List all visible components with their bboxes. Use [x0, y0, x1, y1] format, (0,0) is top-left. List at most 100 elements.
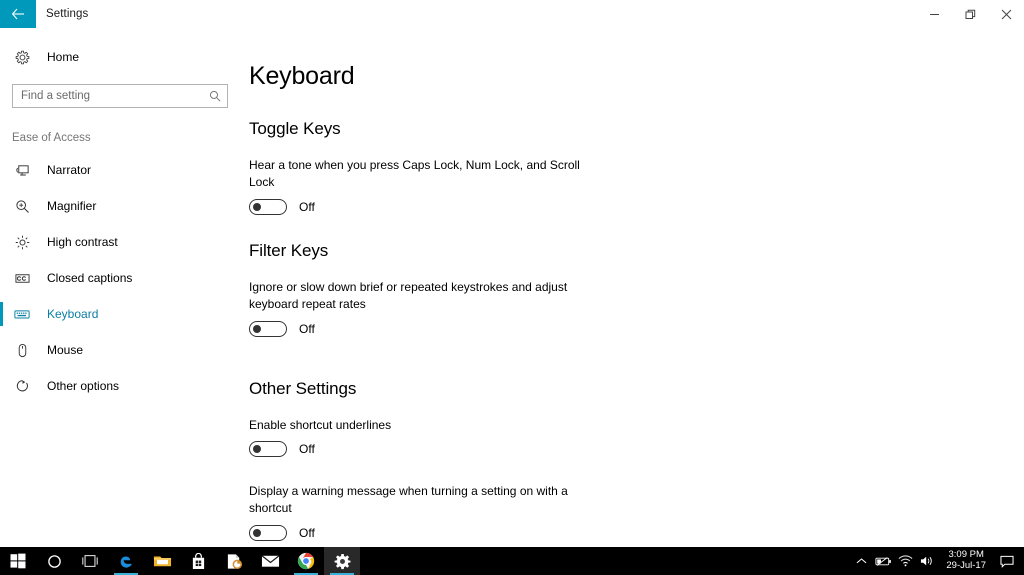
minimize-button[interactable] — [916, 0, 952, 28]
mouse-icon — [12, 340, 32, 360]
show-hidden-icons-button[interactable] — [850, 547, 872, 575]
taskbar-items — [0, 547, 360, 575]
toggle-knob — [253, 528, 261, 537]
windows-logo-icon — [10, 553, 26, 569]
maximize-button[interactable] — [952, 0, 988, 28]
minimize-icon — [929, 13, 939, 15]
app-button[interactable] — [216, 547, 252, 575]
task-view-button[interactable] — [72, 547, 108, 575]
section-heading: Other Settings — [249, 378, 357, 398]
keyboard-icon — [12, 304, 32, 324]
close-icon — [1001, 9, 1011, 19]
mail-button[interactable] — [252, 547, 288, 575]
search-icon — [209, 90, 221, 102]
setting-row: Hear a tone when you press Caps Lock, Nu… — [249, 157, 1024, 215]
cortana-button[interactable] — [36, 547, 72, 575]
section-toggle-keys: Toggle Keys Hear a tone when you press C… — [249, 119, 1024, 215]
speaker-icon — [920, 556, 932, 566]
main-content: Keyboard Toggle Keys Hear a tone when yo… — [240, 28, 1024, 547]
battery-button[interactable] — [872, 547, 894, 575]
wifi-icon — [898, 555, 913, 567]
toggle-state-label: Off — [299, 321, 315, 336]
other-options-icon — [12, 376, 32, 396]
closed-captions-icon — [12, 268, 32, 288]
close-button[interactable] — [988, 0, 1024, 28]
back-arrow-icon — [11, 8, 24, 20]
window-controls — [916, 0, 1024, 28]
sidebar-item-label: Mouse — [47, 343, 84, 357]
sidebar-item-label: Home — [47, 50, 80, 64]
search-container — [0, 84, 240, 108]
window-body: Home Ease of Access — [0, 28, 1024, 547]
settings-window: Settings Home Find a setting Ease of Acc… — [0, 0, 1024, 547]
notification-icon — [1000, 555, 1014, 568]
sidebar-item-home[interactable]: Home — [0, 42, 240, 72]
system-tray: 3:09 PM 29-Jul-17 — [850, 547, 1024, 575]
volume-button[interactable] — [916, 547, 938, 575]
gear-icon — [12, 47, 32, 67]
chrome-button[interactable] — [288, 547, 324, 575]
back-button[interactable] — [0, 0, 36, 28]
toggle-row: Off — [249, 320, 1024, 337]
start-button[interactable] — [0, 547, 36, 575]
sidebar-item-closed-captions[interactable]: Closed captions — [0, 263, 240, 293]
sidebar-item-label: Keyboard — [47, 307, 99, 321]
toggle-row: Off — [249, 524, 1024, 541]
section-filter-keys: Filter Keys Ignore or slow down brief or… — [249, 241, 1024, 337]
restore-icon — [965, 9, 975, 19]
sidebar-item-label: High contrast — [47, 235, 118, 249]
toggle-switch-filter-keys[interactable] — [249, 320, 287, 337]
setting-description: Hear a tone when you press Caps Lock, Nu… — [249, 158, 580, 190]
toggle-switch-shortcut-underlines[interactable] — [249, 440, 287, 457]
setting-description: Display a warning message when turning a… — [249, 483, 568, 516]
notifications-button[interactable] — [994, 547, 1020, 575]
setting-row: Display a warning message when turning a… — [249, 483, 1024, 541]
cortana-circle-icon — [47, 554, 61, 568]
setting-row: Enable shortcut underlines Off — [249, 417, 1024, 457]
section-heading: Toggle Keys — [249, 119, 341, 138]
store-button[interactable] — [180, 547, 216, 575]
sidebar-item-label: Closed captions — [47, 271, 133, 285]
battery-icon — [875, 556, 891, 566]
setting-row: Ignore or slow down brief or repeated ke… — [249, 279, 1024, 337]
task-view-icon — [82, 555, 98, 567]
sidebar-group-label: Ease of Access — [12, 132, 91, 144]
sidebar-item-high-contrast[interactable]: High contrast — [0, 227, 240, 257]
toggle-switch-toggle-keys[interactable] — [249, 198, 287, 215]
high-contrast-icon — [12, 232, 32, 252]
setting-description: Ignore or slow down brief or repeated ke… — [249, 279, 568, 312]
toggle-state-label: Off — [299, 525, 315, 540]
page-title: Keyboard — [249, 62, 355, 90]
app-title: Settings — [46, 8, 89, 20]
settings-button[interactable] — [324, 547, 360, 575]
title-bar: Settings — [0, 0, 1024, 28]
search-box[interactable] — [12, 84, 228, 108]
toggle-state-label: Off — [299, 441, 315, 456]
clock-date: 29-Jul-17 — [946, 560, 986, 571]
section-other-settings: Other Settings Enable shortcut underline… — [249, 379, 1024, 547]
sidebar-item-other-options[interactable]: Other options — [0, 371, 240, 401]
edge-button[interactable] — [108, 547, 144, 575]
toggle-switch-warning-message[interactable] — [249, 524, 287, 541]
chevron-up-icon — [856, 558, 867, 564]
document-app-icon — [227, 553, 242, 569]
sidebar-item-magnifier[interactable]: Magnifier — [0, 191, 240, 221]
network-button[interactable] — [894, 547, 916, 575]
edge-icon — [120, 556, 132, 568]
gear-icon — [334, 553, 351, 569]
sidebar-item-keyboard[interactable]: Keyboard — [0, 299, 240, 329]
sidebar-item-label: Narrator — [47, 163, 92, 177]
file-explorer-button[interactable] — [144, 547, 180, 575]
search-input[interactable] — [13, 85, 227, 107]
narrator-icon — [12, 160, 32, 180]
section-heading: Filter Keys — [249, 240, 329, 260]
sidebar-item-mouse[interactable]: Mouse — [0, 335, 240, 365]
sidebar: Home Ease of Access — [0, 28, 240, 547]
clock[interactable]: 3:09 PM 29-Jul-17 — [938, 547, 994, 575]
toggle-knob — [253, 324, 261, 333]
toggle-knob — [253, 444, 261, 453]
store-bag-icon — [192, 552, 204, 569]
sidebar-item-narrator[interactable]: Narrator — [0, 155, 240, 185]
mail-envelope-icon — [261, 555, 279, 567]
